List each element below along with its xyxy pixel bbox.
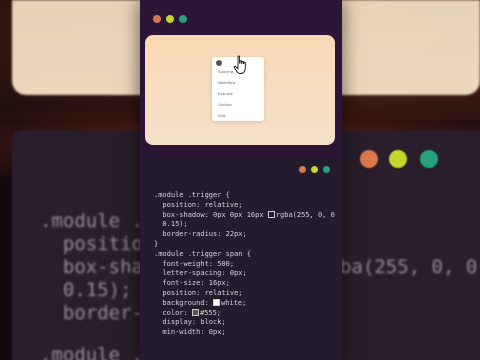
code-line: box-shadow: 0px 0px 16px rgba(255, 0, 0 <box>154 211 335 221</box>
code-line: color: #555; <box>154 309 335 319</box>
code-line: } <box>154 239 159 248</box>
code-value: white; <box>221 298 247 307</box>
code-value: rgba(255, 0, 0 <box>275 210 335 219</box>
code-text: box-shadow: 0px 0px 16px <box>154 210 268 219</box>
maximize-dot[interactable] <box>179 15 187 23</box>
preview-pane: Spacing Workflow Extrude Outline Edit <box>145 35 335 145</box>
minimize-dot[interactable] <box>166 15 174 23</box>
maximize-dot[interactable] <box>323 166 330 173</box>
background-dot-yellow <box>389 150 407 168</box>
code-text: background: <box>154 298 214 307</box>
close-dot[interactable] <box>153 15 161 23</box>
background-dot-green <box>420 150 438 168</box>
background-dot-red <box>360 150 378 168</box>
menu-item[interactable]: Edit <box>218 113 225 118</box>
code-editor[interactable]: .module .trigger { position: relative; b… <box>143 157 339 360</box>
code-line: 0.15); <box>154 220 188 229</box>
window-controls <box>153 15 187 23</box>
code-line: display: block; <box>154 318 226 327</box>
code-line: min-width: 0px; <box>154 328 226 337</box>
color-swatch-icon <box>213 299 221 307</box>
editor-card: Spacing Workflow Extrude Outline Edit .m… <box>140 0 342 360</box>
close-dot[interactable] <box>299 166 306 173</box>
background-code-line: .module .t <box>40 344 155 360</box>
color-swatch-icon <box>267 211 275 219</box>
code-line: font-weight: 500; <box>154 259 235 268</box>
menu-item[interactable]: Outline <box>218 102 232 107</box>
code-line: position: relative; <box>154 200 243 209</box>
minimize-dot[interactable] <box>311 166 318 173</box>
code-line: position: relative; <box>154 288 243 297</box>
menu-trigger-button[interactable] <box>216 60 222 66</box>
hand-cursor-icon <box>233 55 246 74</box>
code-window-controls <box>299 166 330 173</box>
code-line: border-radius: 22px; <box>154 230 247 239</box>
menu-item[interactable]: Workflow <box>218 80 235 85</box>
code-block: .module .trigger { position: relative; b… <box>154 191 335 338</box>
background-code-line: position <box>40 233 155 255</box>
code-line: .module .trigger span { <box>154 249 251 258</box>
color-swatch-icon <box>191 309 199 317</box>
menu-item[interactable]: Extrude <box>218 91 233 96</box>
code-text: color: <box>154 308 192 317</box>
code-line: font-size: 16px; <box>154 279 230 288</box>
code-line: background: white; <box>154 299 335 309</box>
background-code-line: ba(255, 0, 0 <box>340 256 478 278</box>
code-line: letter-spacing: 0px; <box>154 269 247 278</box>
code-line: .module .trigger { <box>154 191 230 199</box>
code-value: #555; <box>199 308 222 317</box>
menu-item[interactable]: Spacing <box>218 69 233 74</box>
background-code-line: 0.15); <box>40 279 132 301</box>
